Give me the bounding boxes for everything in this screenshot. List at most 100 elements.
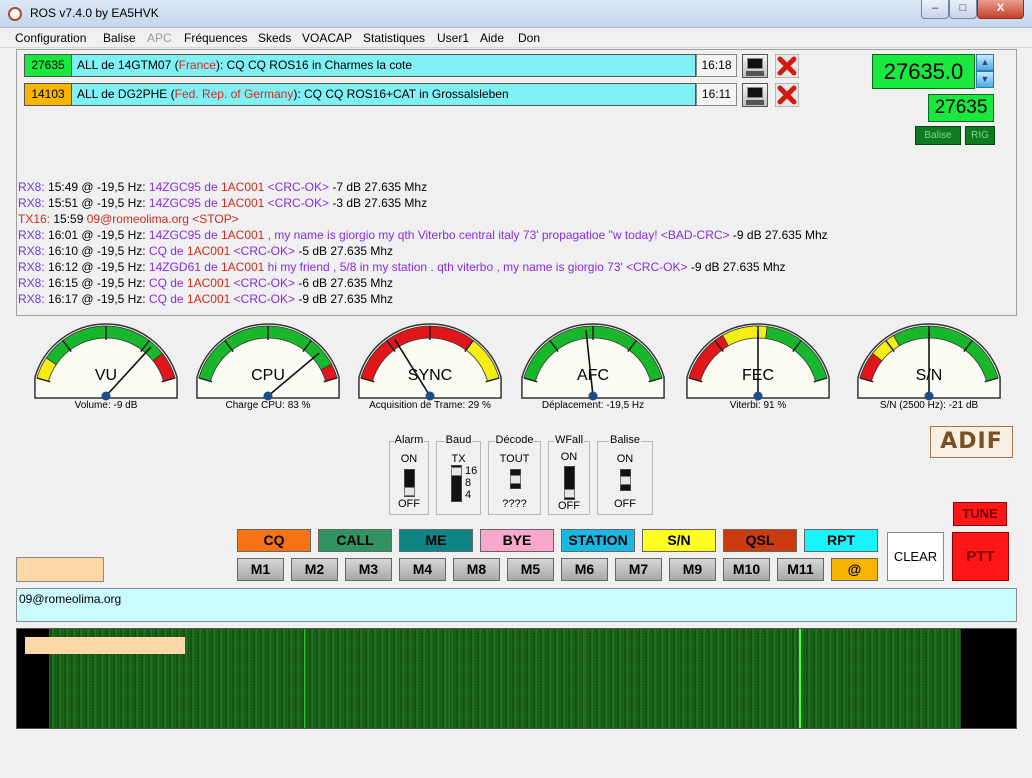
maximize-button[interactable]: □ bbox=[949, 0, 977, 19]
wfall-off-label: OFF bbox=[558, 500, 580, 512]
memory-m1-button[interactable]: M1 bbox=[237, 558, 284, 581]
balise-switch[interactable] bbox=[620, 469, 631, 491]
log-line: RX8: 15:49 @ -19,5 Hz: 14ZGC95 de 1AC001… bbox=[18, 180, 428, 194]
frequency-spinner[interactable]: ▲ ▼ bbox=[976, 54, 994, 89]
menu-user1[interactable]: User1 bbox=[437, 31, 469, 45]
menu-aide[interactable]: Aide bbox=[480, 31, 504, 45]
wfall-switch[interactable] bbox=[564, 466, 575, 500]
email-macro-button[interactable]: @ bbox=[831, 558, 878, 581]
gauge-caption: Volume: -9 dB bbox=[74, 400, 138, 411]
waterfall-signal-line bbox=[304, 629, 305, 728]
call-frequency[interactable]: 27635 bbox=[24, 54, 72, 77]
transmit-text-field[interactable]: 09@romeolima.org bbox=[16, 588, 1017, 622]
gauge-afc: AFC Déplacement: -19,5 Hz bbox=[517, 318, 669, 416]
adif-button[interactable]: ADIF bbox=[930, 426, 1013, 458]
memory-m11-button[interactable]: M11 bbox=[777, 558, 824, 581]
decode-switch[interactable] bbox=[510, 469, 521, 489]
log-line: RX8: 16:01 @ -19,5 Hz: 14ZGC95 de 1AC001… bbox=[18, 228, 828, 242]
memory-m8-button[interactable]: M8 bbox=[453, 558, 500, 581]
call-message[interactable]: ALL de DG2PHE (Fed. Rep. of Germany): CQ… bbox=[72, 83, 696, 106]
call-message[interactable]: ALL de 14GTM07 (France): CQ CQ ROS16 in … bbox=[72, 54, 696, 77]
log-line: RX8: 16:15 @ -19,5 Hz: CQ de 1AC001 <CRC… bbox=[18, 276, 394, 290]
ptt-button[interactable]: PTT bbox=[952, 532, 1009, 581]
log-line: RX8: 16:12 @ -19,5 Hz: 14ZGD61 de 1AC001… bbox=[18, 260, 786, 274]
minimize-button[interactable]: – bbox=[921, 0, 949, 19]
macro-rpt-button[interactable]: RPT bbox=[804, 529, 878, 552]
clear-button[interactable]: CLEAR bbox=[887, 532, 944, 581]
alarm-switch[interactable] bbox=[404, 469, 415, 497]
alarm-on-label: ON bbox=[400, 453, 418, 465]
memory-m6-button[interactable]: M6 bbox=[561, 558, 608, 581]
baud-tx-label: TX bbox=[451, 453, 466, 465]
macro-qsl-button[interactable]: QSL bbox=[723, 529, 797, 552]
memory-m10-button[interactable]: M10 bbox=[723, 558, 770, 581]
menu-frequences[interactable]: Fréquences bbox=[184, 31, 247, 45]
rig-button[interactable]: RIG bbox=[965, 126, 995, 145]
memory-m2-button[interactable]: M2 bbox=[291, 558, 338, 581]
menu-don[interactable]: Don bbox=[518, 31, 540, 45]
gauge-vu: VU Volume: -9 dB bbox=[30, 318, 182, 416]
waterfall-marker-right[interactable] bbox=[583, 629, 584, 728]
menu-statistiques[interactable]: Statistiques bbox=[363, 31, 425, 45]
close-button[interactable]: X bbox=[977, 0, 1024, 19]
alarm-switch-group: Alarm ON OFF bbox=[389, 434, 429, 515]
call-row[interactable]: 14103 ALL de DG2PHE (Fed. Rep. of German… bbox=[24, 83, 799, 107]
menu-voacap[interactable]: VOACAP bbox=[302, 31, 352, 45]
frequency-down-icon[interactable]: ▼ bbox=[976, 71, 994, 88]
computer-icon[interactable] bbox=[742, 83, 768, 107]
delete-icon[interactable] bbox=[775, 83, 799, 107]
macro-cq-button[interactable]: CQ bbox=[237, 529, 311, 552]
computer-icon[interactable] bbox=[742, 54, 768, 78]
wfall-switch-knob[interactable] bbox=[564, 489, 575, 498]
memory-m9-button[interactable]: M9 bbox=[669, 558, 716, 581]
memory-m7-button[interactable]: M7 bbox=[615, 558, 662, 581]
menu-skeds[interactable]: Skeds bbox=[258, 31, 291, 45]
tune-button[interactable]: TUNE bbox=[953, 502, 1007, 526]
baud-label: Baud bbox=[444, 434, 473, 446]
baud-switch-knob[interactable] bbox=[451, 467, 462, 476]
gauge-sync: SYNC Acquisition de Trame: 29 % bbox=[354, 318, 506, 416]
alarm-switch-knob[interactable] bbox=[404, 487, 415, 496]
baud-switch[interactable] bbox=[451, 465, 462, 502]
frequency-up-icon[interactable]: ▲ bbox=[976, 54, 994, 71]
balise-switch-knob[interactable] bbox=[620, 476, 631, 485]
balise-switch-group: Balise ON OFF bbox=[597, 434, 653, 515]
macro-me-button[interactable]: ME bbox=[399, 529, 473, 552]
wfall-switch-group: WFall ON OFF bbox=[548, 434, 590, 515]
call-time: 16:18 bbox=[696, 54, 737, 77]
balise-label: Balise bbox=[609, 434, 641, 446]
decode-top-label: TOUT bbox=[499, 453, 530, 465]
waterfall-display[interactable] bbox=[16, 628, 1017, 729]
macro-sn-button[interactable]: S/N bbox=[642, 529, 716, 552]
status-bar bbox=[0, 760, 1032, 778]
macro-station-button[interactable]: STATION bbox=[561, 529, 635, 552]
wfall-on-label: ON bbox=[560, 451, 578, 463]
waterfall-label-field bbox=[25, 637, 185, 654]
menu-configuration[interactable]: Configuration bbox=[15, 31, 86, 45]
memory-m4-button[interactable]: M4 bbox=[399, 558, 446, 581]
menu-bar: Configuration Balise APC Fréquences Sked… bbox=[0, 28, 1032, 48]
app-icon bbox=[8, 7, 22, 21]
gauge-fec: FEC Viterbi: 91 % bbox=[682, 318, 834, 416]
receive-log: RX8: 15:49 @ -19,5 Hz: 14ZGC95 de 1AC001… bbox=[18, 179, 1008, 307]
call-frequency[interactable]: 14103 bbox=[24, 83, 72, 106]
call-row[interactable]: 27635 ALL de 14GTM07 (France): CQ CQ ROS… bbox=[24, 54, 799, 78]
frequency-display: 27635.0 bbox=[872, 54, 975, 89]
title-bar: ROS v7.4.0 by EA5HVK – □ X bbox=[0, 0, 1032, 28]
waterfall-marker-left[interactable] bbox=[449, 629, 450, 728]
gauge-caption: Déplacement: -19,5 Hz bbox=[541, 400, 645, 411]
memory-m5-button[interactable]: M5 bbox=[507, 558, 554, 581]
balise-button[interactable]: Balise bbox=[915, 126, 961, 145]
log-line: RX8: 15:51 @ -19,5 Hz: 14ZGC95 de 1AC001… bbox=[18, 196, 428, 210]
callsign-field[interactable] bbox=[16, 557, 104, 582]
macro-call-button[interactable]: CALL bbox=[318, 529, 392, 552]
rig-frequency-display: 27635 bbox=[928, 94, 994, 122]
delete-icon[interactable] bbox=[775, 54, 799, 78]
memory-m3-button[interactable]: M3 bbox=[345, 558, 392, 581]
gauge-caption: Charge CPU: 83 % bbox=[225, 400, 311, 411]
wfall-label: WFall bbox=[553, 434, 585, 446]
gauge-label: CPU bbox=[251, 367, 285, 384]
menu-balise[interactable]: Balise bbox=[103, 31, 136, 45]
decode-switch-knob[interactable] bbox=[510, 475, 521, 484]
macro-bye-button[interactable]: BYE bbox=[480, 529, 554, 552]
